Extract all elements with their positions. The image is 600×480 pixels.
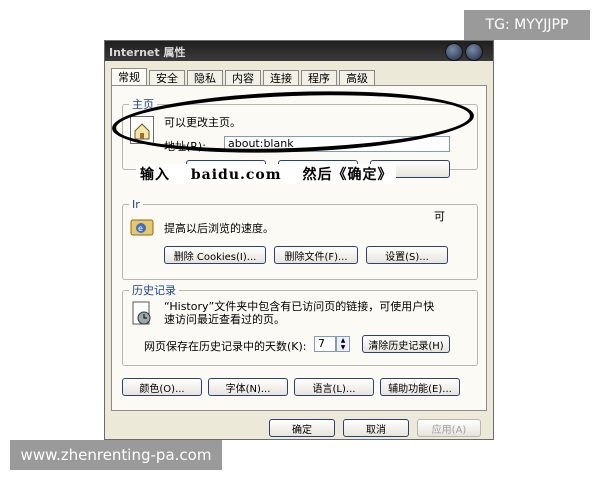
tab-strip: 常规 安全 隐私 内容 连接 程序 高级 [111,68,377,87]
history-icon [130,300,152,326]
delete-cookies-button[interactable]: 删除 Cookies(I)... [164,246,266,264]
temp-files-legend: Ir [132,198,140,211]
accessibility-button[interactable]: 辅助功能(E)... [380,378,460,396]
instruction-annotation: 输入 baidu.com 然后《确定》 [136,164,397,184]
ok-button[interactable]: 确定 [269,419,335,437]
title-bar: Internet 属性 [105,41,493,61]
help-button[interactable] [445,43,463,61]
days-label: 网页保存在历史记录中的天数(K): [144,340,307,353]
spinner-up-icon[interactable]: ▲ [341,337,346,344]
clear-history-button[interactable]: 清除历史记录(H) [362,335,450,353]
delete-files-button[interactable]: 删除文件(F)... [274,246,358,264]
url-watermark: www.zhenrenting-pa.com [10,440,222,470]
days-input[interactable]: 7 [314,336,336,352]
settings-button[interactable]: 设置(S)... [366,246,448,264]
languages-button[interactable]: 语言(L)... [294,378,374,396]
svg-text:e: e [138,224,143,233]
history-legend: 历史记录 [132,284,176,297]
spinner-down-icon[interactable]: ▼ [341,344,346,351]
window-title: Internet 属性 [109,46,186,59]
tg-watermark: TG: MYYJJPP [464,10,590,40]
close-button[interactable] [465,43,483,61]
history-description-line2: 速访问最近查看过的页。 [164,313,285,326]
temp-files-description: 提高以后浏览的速度。 [164,222,274,235]
ie-folder-icon: e [130,214,154,240]
temp-files-group: Ir [122,198,478,280]
days-spinner[interactable]: ▲ ▼ [336,336,350,352]
fonts-button[interactable]: 字体(N)... [208,378,288,396]
apply-button[interactable]: 应用(A) [417,419,481,437]
cancel-button[interactable]: 取消 [343,419,409,437]
temp-files-description-partial: 可 [434,210,445,223]
colors-button[interactable]: 颜色(O)... [122,378,202,396]
